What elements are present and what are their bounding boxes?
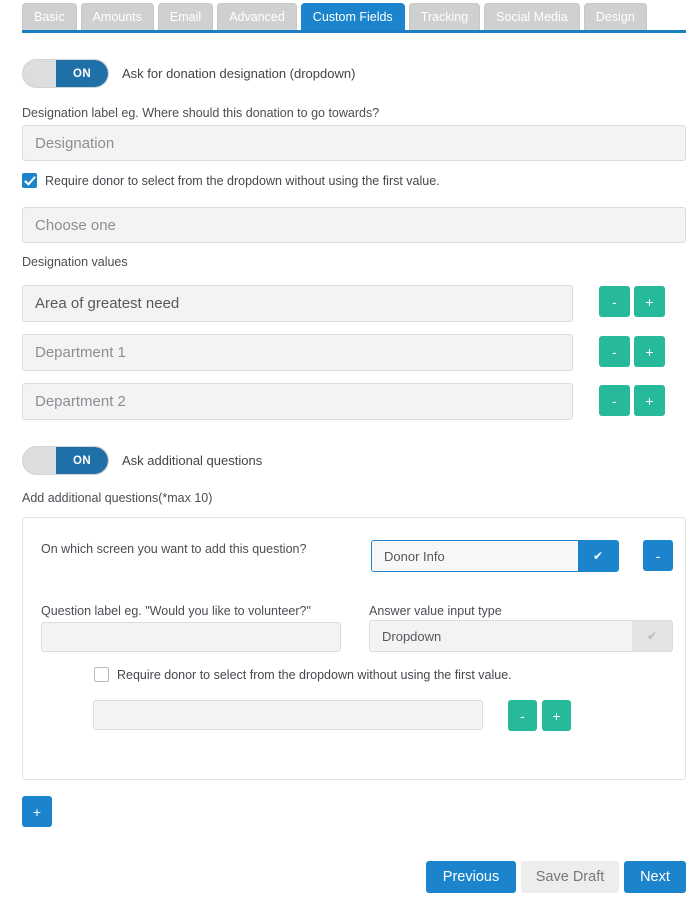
designation-value-add-3[interactable]: + xyxy=(634,385,665,416)
tab-bar-underline xyxy=(22,30,686,33)
designation-label-input[interactable]: Designation xyxy=(22,125,686,161)
designation-value-remove-2[interactable]: - xyxy=(599,336,630,367)
tab-basic[interactable]: Basic xyxy=(22,3,77,30)
question-option-remove[interactable]: - xyxy=(508,700,537,731)
designation-toggle[interactable]: ON xyxy=(22,59,109,88)
tab-email[interactable]: Email xyxy=(157,3,214,30)
question-label-input[interactable] xyxy=(41,622,341,652)
question-remove-button[interactable]: - xyxy=(643,540,673,571)
designation-values-caption: Designation values xyxy=(22,255,128,269)
answer-type-select-value: Dropdown xyxy=(370,621,632,651)
tab-design[interactable]: Design xyxy=(583,3,647,30)
tab-custom-fields[interactable]: Custom Fields xyxy=(300,3,405,30)
designation-require-label: Require donor to select from the dropdow… xyxy=(45,173,440,188)
tab-advanced[interactable]: Advanced xyxy=(217,3,297,30)
designation-require-checkbox[interactable] xyxy=(22,173,37,188)
designation-toggle-state: ON xyxy=(56,60,108,87)
question-screen-select[interactable]: Donor Info ✔ xyxy=(371,540,619,572)
question-option-input[interactable] xyxy=(93,700,483,730)
designation-value-add-2[interactable]: + xyxy=(634,336,665,367)
questions-toggle-state: ON xyxy=(56,447,108,474)
designation-value-add-1[interactable]: + xyxy=(634,286,665,317)
tab-amounts[interactable]: Amounts xyxy=(80,3,154,30)
answer-type-caption: Answer value input type xyxy=(369,604,502,618)
question-screen-label: On which screen you want to add this que… xyxy=(41,542,307,556)
chevron-down-icon: ✔ xyxy=(578,541,618,571)
questions-toggle-row: ON Ask additional questions xyxy=(22,446,262,475)
designation-toggle-label: Ask for donation designation (dropdown) xyxy=(122,66,356,81)
add-question-button[interactable]: + xyxy=(22,796,52,827)
designation-value-input-1[interactable]: Area of greatest need xyxy=(22,285,573,322)
question-screen-select-value: Donor Info xyxy=(372,541,578,571)
save-draft-button[interactable]: Save Draft xyxy=(521,861,619,893)
questions-toggle[interactable]: ON xyxy=(22,446,109,475)
tab-social-media[interactable]: Social Media xyxy=(484,3,580,30)
designation-value-remove-3[interactable]: - xyxy=(599,385,630,416)
question-require-row: Require donor to select from the dropdow… xyxy=(94,667,512,682)
designation-toggle-row: ON Ask for donation designation (dropdow… xyxy=(22,59,355,88)
settings-tab-bar: Basic Amounts Email Advanced Custom Fiel… xyxy=(22,3,686,30)
next-button[interactable]: Next xyxy=(624,861,686,893)
previous-button[interactable]: Previous xyxy=(426,861,516,893)
question-require-label: Require donor to select from the dropdow… xyxy=(117,667,512,682)
answer-type-select[interactable]: Dropdown ✔ xyxy=(369,620,673,652)
designation-label-caption: Designation label eg. Where should this … xyxy=(22,106,380,120)
question-require-checkbox[interactable] xyxy=(94,667,109,682)
designation-value-remove-1[interactable]: - xyxy=(599,286,630,317)
designation-require-row: Require donor to select from the dropdow… xyxy=(22,173,440,188)
questions-toggle-label: Ask additional questions xyxy=(122,453,263,468)
chevron-down-icon-answer: ✔ xyxy=(632,621,672,651)
questions-section-caption: Add additional questions(*max 10) xyxy=(22,491,213,505)
question-card: On which screen you want to add this que… xyxy=(22,517,686,780)
designation-value-input-3[interactable]: Department 2 xyxy=(22,383,573,420)
question-label-caption: Question label eg. "Would you like to vo… xyxy=(41,604,311,618)
designation-first-value-input[interactable]: Choose one xyxy=(22,207,686,243)
question-option-add[interactable]: + xyxy=(542,700,571,731)
tab-tracking[interactable]: Tracking xyxy=(408,3,481,30)
designation-value-input-2[interactable]: Department 1 xyxy=(22,334,573,371)
